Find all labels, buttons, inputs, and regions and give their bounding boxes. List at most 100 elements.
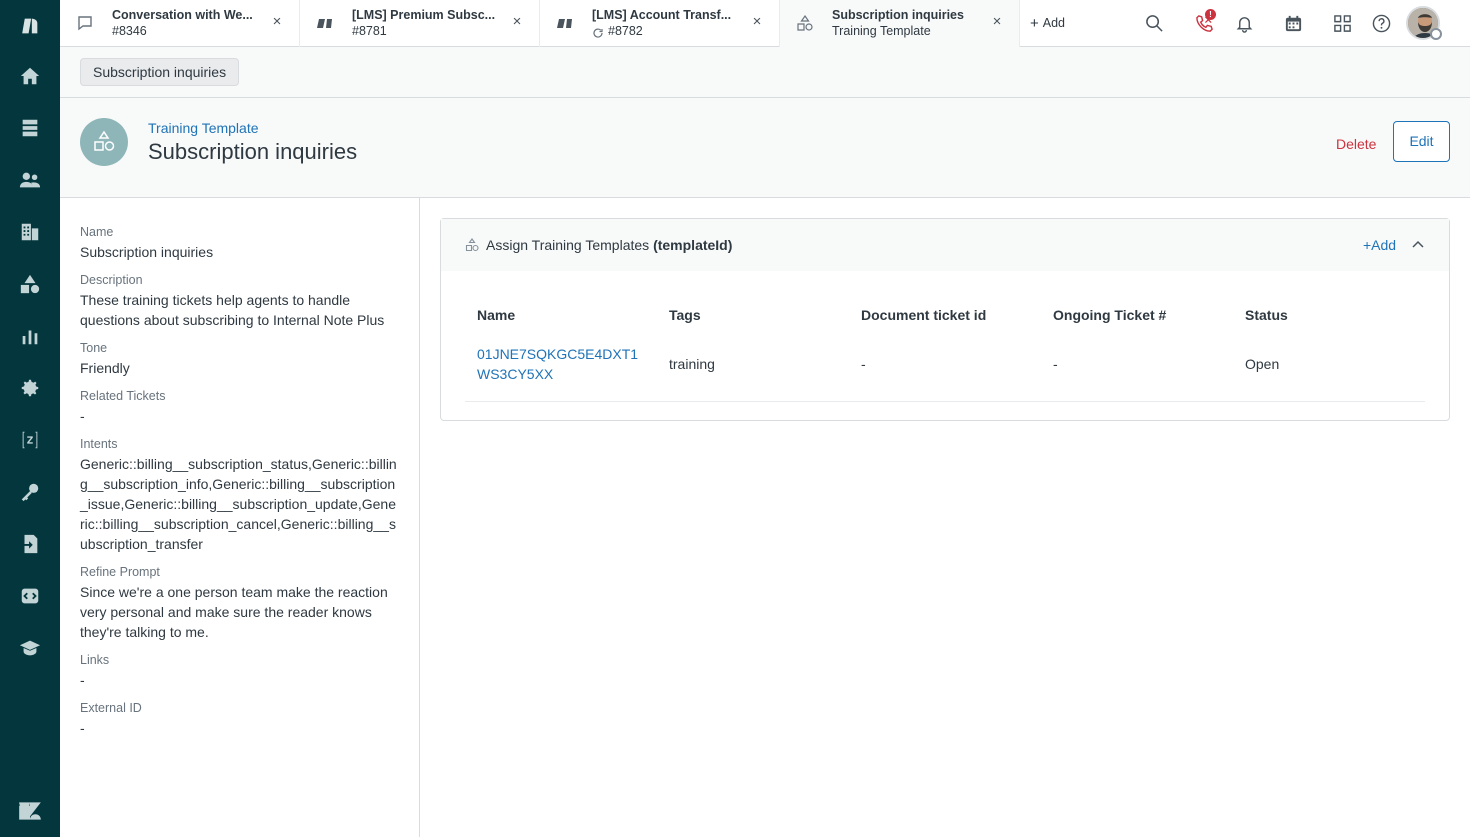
field-label: Intents xyxy=(80,437,118,451)
tab-subtitle: #8781 xyxy=(352,24,387,38)
field-label: Tone xyxy=(80,341,108,355)
ticket-id-link[interactable]: 01JNE7SQKGC5E4DXT1 WS3CY5XX xyxy=(477,346,638,382)
column-header-document-ticket-id[interactable]: Document ticket id xyxy=(849,303,1041,327)
cell-tags: training xyxy=(657,327,849,402)
import-icon[interactable] xyxy=(0,518,60,570)
cell-document-ticket-id: - xyxy=(849,327,1041,402)
home-icon[interactable] xyxy=(0,50,60,102)
code-icon[interactable] xyxy=(0,570,60,622)
shapes-icon xyxy=(94,130,115,151)
field-refine-prompt: Refine Prompt Since we're a one person t… xyxy=(80,564,405,642)
cell-name: 01JNE7SQKGC5E4DXT1 WS3CY5XX xyxy=(465,327,657,402)
record-type-link[interactable]: Training Template xyxy=(148,120,259,136)
field-value: - xyxy=(80,720,85,736)
training-template-avatar xyxy=(80,118,128,166)
chevron-up-icon[interactable] xyxy=(1409,236,1427,254)
column-header-tags[interactable]: Tags xyxy=(657,303,849,327)
cell-ongoing-ticket: - xyxy=(1041,327,1233,402)
shapes-icon xyxy=(796,14,814,32)
tab-title: Subscription inquiries xyxy=(832,8,964,22)
help-icon[interactable] xyxy=(1369,11,1393,35)
breadcrumb: Subscription inquiries xyxy=(60,47,1470,98)
card-title-bold: (templateId) xyxy=(653,237,733,253)
column-header-status[interactable]: Status xyxy=(1233,303,1425,327)
phone-icon[interactable]: ! xyxy=(1192,9,1216,35)
tab-subtitle: #8782 xyxy=(608,24,643,38)
field-value: - xyxy=(80,408,85,424)
tab-conversation[interactable]: Conversation with We... #8346 × xyxy=(60,0,300,47)
tab-subtitle: #8346 xyxy=(112,24,147,38)
calendar-icon[interactable] xyxy=(1281,11,1305,35)
tab-premium-subscription[interactable]: [LMS] Premium Subsc... #8781 × xyxy=(300,0,540,47)
views-icon[interactable] xyxy=(0,102,60,154)
search-icon[interactable] xyxy=(1142,11,1166,35)
organizations-icon[interactable] xyxy=(0,206,60,258)
reporting-icon[interactable] xyxy=(0,310,60,362)
details-pane: Name Subscription inquiries Description … xyxy=(60,198,420,837)
add-tab-label: Add xyxy=(1042,16,1066,30)
refresh-icon xyxy=(592,26,604,38)
field-related-tickets: Related Tickets - xyxy=(80,388,405,426)
breadcrumb-item[interactable]: Subscription inquiries xyxy=(80,58,240,86)
field-description: Description These training tickets help … xyxy=(80,272,405,330)
tab-subtitle: Training Template xyxy=(832,24,931,38)
card-title: Assign Training Templates (templateId) xyxy=(486,237,732,253)
apps-grid-icon[interactable] xyxy=(1330,11,1354,35)
record-header: Training Template Subscription inquiries… xyxy=(60,98,1470,198)
ticket-id-line1: 01JNE7SQKGC5E4DXT1 xyxy=(477,345,639,362)
tab-account-transfer[interactable]: [LMS] Account Transf... #8782 × xyxy=(540,0,780,47)
bell-icon[interactable] xyxy=(1232,11,1256,35)
add-template-button[interactable]: +Add xyxy=(1363,237,1396,253)
tab-title: [LMS] Account Transf... xyxy=(592,8,732,22)
add-tab-button[interactable]: + Add xyxy=(1030,12,1065,34)
close-icon[interactable]: × xyxy=(989,14,1005,30)
field-label: External ID xyxy=(80,701,142,715)
zendesk-logo-icon xyxy=(0,785,60,837)
field-label: Description xyxy=(80,273,143,287)
training-cap-icon[interactable] xyxy=(0,622,60,674)
plus-icon: + xyxy=(1030,14,1039,32)
field-label: Related Tickets xyxy=(80,389,166,403)
field-value: - xyxy=(80,672,85,688)
field-intents: Intents Generic::billing__subscription_s… xyxy=(80,436,405,554)
field-value: Friendly xyxy=(80,360,130,376)
templates-table: Name Tags Document ticket id Ongoing Tic… xyxy=(465,303,1425,402)
assign-templates-card: Assign Training Templates (templateId) +… xyxy=(440,218,1450,421)
field-value: Generic::billing__subscription_status,Ge… xyxy=(80,456,397,552)
shapes-icon xyxy=(465,238,479,252)
cell-status: Open xyxy=(1233,327,1425,402)
customers-icon[interactable] xyxy=(0,154,60,206)
zendesk-product-icon[interactable] xyxy=(0,0,60,52)
column-header-name[interactable]: Name xyxy=(465,303,657,327)
phone-badge: ! xyxy=(1205,9,1216,20)
field-value: These training tickets help agents to ha… xyxy=(80,292,385,328)
edit-button[interactable]: Edit xyxy=(1393,121,1450,162)
top-bar: Conversation with We... #8346 × [LMS] Pr… xyxy=(60,0,1470,47)
field-value: Since we're a one person team make the r… xyxy=(80,584,388,640)
table-header-row: Name Tags Document ticket id Ongoing Tic… xyxy=(465,303,1425,327)
card-title-text: Assign Training Templates xyxy=(486,237,650,253)
field-tone: Tone Friendly xyxy=(80,340,405,378)
field-value: Subscription inquiries xyxy=(80,244,214,260)
tab-title: Conversation with We... xyxy=(112,8,253,22)
admin-gear-icon[interactable] xyxy=(0,362,60,414)
field-label: Refine Prompt xyxy=(80,565,160,579)
chat-bubble-icon xyxy=(76,14,94,32)
table-row[interactable]: 01JNE7SQKGC5E4DXT1 WS3CY5XX training - - … xyxy=(465,327,1425,402)
tab-subscription-inquiries[interactable]: Subscription inquiries Training Template… xyxy=(780,0,1020,47)
card-header[interactable]: Assign Training Templates (templateId) +… xyxy=(441,219,1449,271)
field-links: Links - xyxy=(80,652,405,690)
close-icon[interactable]: × xyxy=(509,14,525,30)
zendesk-marketplace-icon[interactable] xyxy=(0,414,60,466)
field-name: Name Subscription inquiries xyxy=(80,224,405,262)
close-icon[interactable]: × xyxy=(269,14,285,30)
main-content: Assign Training Templates (templateId) +… xyxy=(420,198,1470,837)
key-icon[interactable] xyxy=(0,466,60,518)
column-header-ongoing-ticket[interactable]: Ongoing Ticket # xyxy=(1041,303,1233,327)
shapes-icon[interactable] xyxy=(0,258,60,310)
field-label: Name xyxy=(80,225,114,239)
close-icon[interactable]: × xyxy=(749,14,765,30)
ticket-id-line2: WS3CY5XX xyxy=(477,365,554,382)
field-label: Links xyxy=(80,653,110,667)
delete-button[interactable]: Delete xyxy=(1322,124,1390,164)
